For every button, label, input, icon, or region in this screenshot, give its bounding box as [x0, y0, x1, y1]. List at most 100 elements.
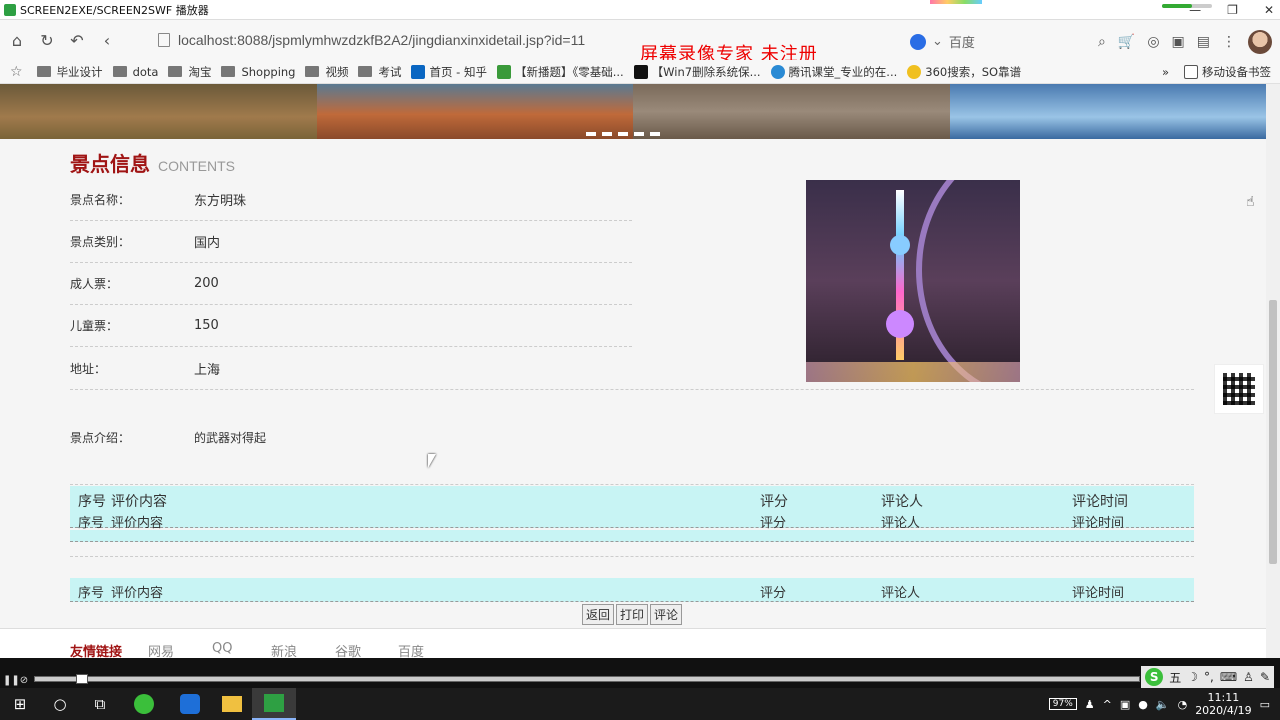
- people-icon[interactable]: ♟: [1085, 698, 1095, 711]
- file-explorer-icon[interactable]: [212, 688, 252, 720]
- baidu-icon: [910, 33, 926, 50]
- app-u-icon[interactable]: [168, 688, 212, 720]
- link-sina[interactable]: 新浪: [271, 641, 297, 658]
- battery-indicator[interactable]: 97%: [1048, 698, 1077, 710]
- punct-icon[interactable]: °,: [1204, 670, 1214, 684]
- extension2-icon[interactable]: ▣: [1172, 34, 1185, 50]
- bookmark-item[interactable]: 视频: [305, 64, 348, 80]
- link-qq[interactable]: QQ: [212, 641, 232, 656]
- tray-expand-icon[interactable]: ^: [1103, 698, 1112, 711]
- review-table-header: 序号 评价内容 评分 评论人 评论时间 序号 评价内容 评分 评论人 评论时间: [70, 486, 1194, 531]
- extension3-icon[interactable]: ▤: [1197, 34, 1210, 50]
- info-row-category: 景点类别： 国内: [70, 221, 632, 263]
- bookmark-item[interactable]: dota: [112, 65, 158, 79]
- close-button[interactable]: ✕: [1264, 3, 1274, 17]
- task-view-icon[interactable]: ⧉: [80, 688, 120, 720]
- playback-knob[interactable]: [76, 674, 88, 684]
- mobile-bookmarks[interactable]: 移动设备书签: [1184, 64, 1271, 80]
- back-button[interactable]: 返回: [582, 604, 615, 625]
- color-strip: [930, 0, 982, 4]
- system-tray: 97% ♟ ^ ▣ ● 🔈 ◔ 11:11 2020/4/19 ▭: [1048, 688, 1270, 720]
- home-icon[interactable]: ⌂: [2, 25, 32, 55]
- sogou-icon[interactable]: S: [1145, 668, 1164, 686]
- bookmark-item[interactable]: 【新播题】《零基础...: [496, 64, 624, 80]
- bookmark-item[interactable]: 360搜索，SO靠谱: [907, 64, 1021, 80]
- playback-track[interactable]: [34, 676, 1140, 682]
- back-icon[interactable]: ‹: [92, 25, 122, 55]
- ime-mode[interactable]: 五: [1169, 669, 1181, 686]
- bookmark-item[interactable]: 考试: [358, 64, 401, 80]
- folder-icon: [112, 66, 127, 77]
- volume-icon[interactable]: 🔈: [1156, 698, 1170, 711]
- so-icon: [907, 64, 922, 79]
- wrench-icon[interactable]: ✎: [1260, 670, 1270, 684]
- link-google[interactable]: 谷歌: [335, 641, 361, 658]
- browser-360-icon[interactable]: [120, 688, 168, 720]
- avatar[interactable]: [1248, 30, 1272, 54]
- zhihu-icon: [411, 64, 426, 79]
- hand-cursor-icon: ☝: [1246, 194, 1255, 210]
- folder-icon: [358, 66, 373, 77]
- undo-icon[interactable]: ↶: [62, 25, 92, 55]
- search-box[interactable]: ⌄ 百度: [910, 32, 975, 51]
- divider: [70, 484, 1194, 485]
- review-table-row: [70, 530, 1194, 542]
- taskbar: ⊞ ○ ⧉ 97% ♟ ^ ▣ ● 🔈 ◔ 11:11 2020/4/19 ▭: [0, 688, 1280, 720]
- moon-icon[interactable]: ☽: [1187, 670, 1198, 684]
- bookmark-item[interactable]: 【Win7删除系统保...: [633, 64, 761, 80]
- windows-start-icon[interactable]: ⊞: [0, 688, 40, 720]
- search-icon[interactable]: ⌕: [1098, 34, 1106, 50]
- folder-icon: [168, 66, 183, 77]
- user-icon[interactable]: ♙: [1243, 670, 1254, 684]
- page-content: 景点信息 CONTENTS 景点名称： 东方明珠 景点类别： 国内 成人票： 2…: [0, 84, 1266, 658]
- pause-icon[interactable]: ❚❚⊘: [3, 675, 28, 686]
- keyboard-icon[interactable]: ⌨: [1220, 670, 1237, 684]
- friend-links-label: 友情链接: [70, 645, 123, 658]
- tray-app-icon[interactable]: ▣: [1120, 698, 1130, 711]
- bookmark-item[interactable]: 毕业设计: [36, 64, 103, 80]
- address-bar[interactable]: localhost:8088/jspmlymhwzdzkfB2A2/jingdi…: [178, 32, 585, 48]
- app-icon: [4, 3, 16, 16]
- banner-dots[interactable]: [586, 132, 660, 136]
- divider: [70, 389, 1194, 390]
- notifications-icon[interactable]: ▭: [1260, 698, 1270, 711]
- divider: [70, 556, 1194, 557]
- bookmark-item[interactable]: Shopping: [221, 65, 295, 79]
- network-icon[interactable]: ◔: [1178, 698, 1188, 711]
- banner: [0, 84, 1266, 139]
- bookmark-item[interactable]: 淘宝: [168, 64, 211, 80]
- comment-button[interactable]: 评论: [650, 604, 683, 625]
- bookmark-item[interactable]: 腾讯课堂_专业的在...: [770, 64, 897, 80]
- folder-icon: [36, 66, 51, 77]
- action-buttons: 返回 打印 评论: [582, 604, 683, 625]
- menu-icon[interactable]: ⋮: [1222, 34, 1236, 50]
- mobile-icon: [1184, 64, 1198, 79]
- clock[interactable]: 11:11 2020/4/19: [1195, 691, 1251, 717]
- wechat-icon[interactable]: ●: [1138, 698, 1148, 711]
- link-baidu[interactable]: 百度: [398, 641, 424, 658]
- site-icon: [496, 64, 511, 79]
- refresh-icon[interactable]: ↻: [32, 25, 62, 55]
- qr-code-icon[interactable]: [1214, 364, 1264, 414]
- player-titlebar: SCREEN2EXE/SCREEN2SWF 播放器 — ❐ ✕: [0, 0, 1280, 20]
- print-button[interactable]: 打印: [616, 604, 649, 625]
- player-app-icon[interactable]: [252, 688, 296, 720]
- ime-toolbar: S 五 ☽ °, ⌨ ♙ ✎: [1141, 666, 1274, 688]
- star-icon[interactable]: ☆: [10, 64, 23, 80]
- chevron-down-icon: ⌄: [932, 34, 943, 49]
- link-wangyi[interactable]: 网易: [148, 641, 174, 658]
- info-row-address: 地址： 上海: [70, 361, 221, 378]
- page-scrollbar[interactable]: [1266, 84, 1280, 658]
- review-table-header: 序号 评价内容 评分 评论人 评论时间: [70, 578, 1194, 602]
- minimize-button[interactable]: —: [1189, 3, 1201, 17]
- folder-icon: [221, 66, 236, 77]
- search-circle-icon[interactable]: ○: [40, 688, 80, 720]
- extension-icon[interactable]: ◎: [1147, 34, 1159, 50]
- cart-icon[interactable]: 🛒: [1118, 34, 1135, 50]
- bookmark-item[interactable]: 首页 - 知乎: [411, 64, 487, 80]
- restore-button[interactable]: ❐: [1227, 3, 1238, 17]
- player-controls: ❚❚⊘ S 五 ☽ °, ⌨ ♙ ✎: [0, 658, 1280, 688]
- bookmarks-more[interactable]: »: [1162, 65, 1169, 79]
- page-icon: [158, 33, 170, 47]
- browser-toolbar: ⌂ ↻ ↶ ‹ localhost:8088/jspmlymhwzdzkfB2A…: [0, 20, 1280, 65]
